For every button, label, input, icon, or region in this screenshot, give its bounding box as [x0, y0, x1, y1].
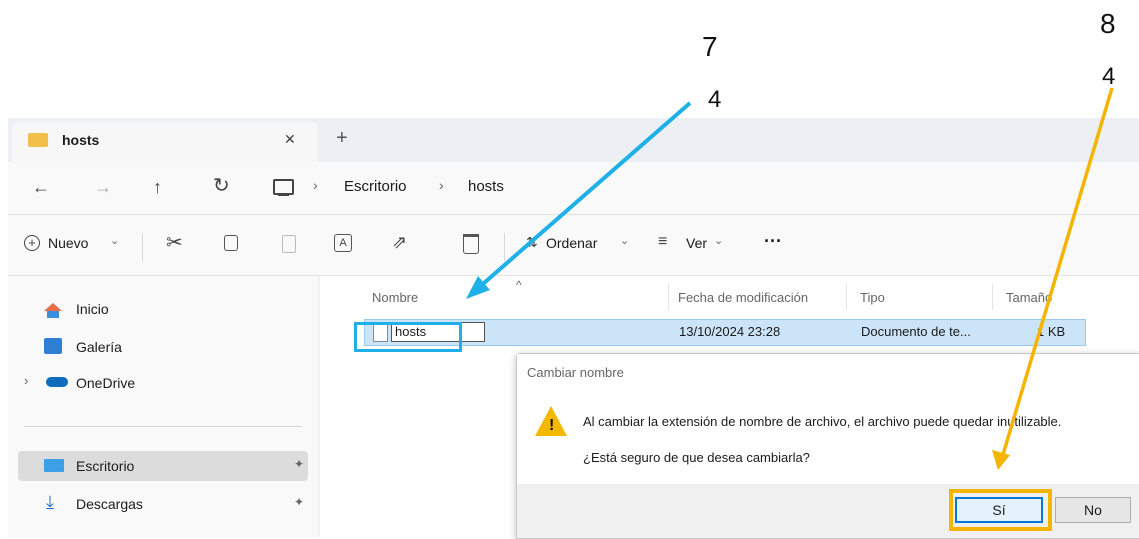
- annotation-arrows: [466, 87, 1114, 470]
- yellow-arrowhead: [992, 450, 1010, 470]
- yellow-arrow-line: [1000, 87, 1114, 459]
- blue-arrow-line: [474, 101, 692, 292]
